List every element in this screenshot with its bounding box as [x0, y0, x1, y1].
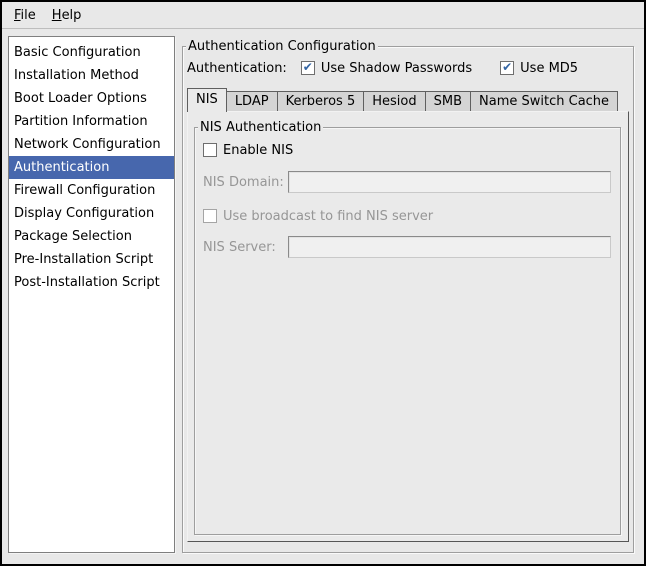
sidebar-item-firewall-configuration[interactable]: Firewall Configuration	[9, 179, 174, 202]
use-md5-label: Use MD5	[520, 61, 578, 76]
authentication-notebook: NIS LDAP Kerberos 5 Hesiod SMB Name Swit…	[187, 88, 629, 542]
use-broadcast-checkbox	[203, 209, 217, 223]
sidebar-item-boot-loader-options[interactable]: Boot Loader Options	[9, 87, 174, 110]
sidebar-item-display-configuration[interactable]: Display Configuration	[9, 202, 174, 225]
enable-nis-option[interactable]: Enable NIS	[203, 141, 610, 159]
authentication-configuration-frame: Authentication Configuration Authenticat…	[182, 46, 634, 553]
sidebar-item-post-installation-script[interactable]: Post-Installation Script	[9, 271, 174, 294]
use-broadcast-label: Use broadcast to find NIS server	[223, 209, 433, 224]
tab-smb[interactable]: SMB	[425, 91, 471, 111]
tab-hesiod[interactable]: Hesiod	[363, 91, 425, 111]
authentication-options-row: Authentication: Use Shadow Passwords Use…	[187, 58, 606, 78]
nis-tab-page: NIS Authentication Enable NIS NIS Domain…	[187, 111, 629, 542]
use-shadow-passwords-checkbox[interactable]	[301, 61, 315, 75]
tab-kerberos-5[interactable]: Kerberos 5	[277, 91, 365, 111]
sidebar-item-partition-information[interactable]: Partition Information	[9, 110, 174, 133]
nis-server-input	[288, 236, 611, 258]
menu-bar: File Help	[2, 2, 644, 29]
nis-domain-label: NIS Domain:	[203, 175, 288, 190]
nis-domain-input	[288, 171, 611, 193]
use-shadow-passwords-option[interactable]: Use Shadow Passwords	[301, 61, 472, 76]
use-md5-option[interactable]: Use MD5	[500, 61, 578, 76]
nis-frame-title: NIS Authentication	[198, 119, 323, 136]
nis-server-row: NIS Server:	[203, 236, 611, 258]
menu-help[interactable]: Help	[44, 5, 90, 26]
tab-bar: NIS LDAP Kerberos 5 Hesiod SMB Name Swit…	[187, 88, 629, 111]
nis-domain-row: NIS Domain:	[203, 171, 611, 193]
sidebar-item-authentication[interactable]: Authentication	[9, 156, 174, 179]
sidebar-item-basic-configuration[interactable]: Basic Configuration	[9, 41, 174, 64]
use-shadow-passwords-label: Use Shadow Passwords	[321, 61, 472, 76]
tab-nis[interactable]: NIS	[187, 88, 227, 112]
frame-title: Authentication Configuration	[186, 38, 378, 55]
application-window: File Help Basic Configuration Installati…	[0, 0, 646, 566]
enable-nis-checkbox[interactable]	[203, 143, 217, 157]
authentication-label: Authentication:	[187, 61, 287, 76]
sidebar-item-installation-method[interactable]: Installation Method	[9, 64, 174, 87]
use-md5-checkbox[interactable]	[500, 61, 514, 75]
enable-nis-label: Enable NIS	[223, 143, 293, 158]
sidebar-item-network-configuration[interactable]: Network Configuration	[9, 133, 174, 156]
nis-server-label: NIS Server:	[203, 240, 288, 255]
tab-ldap[interactable]: LDAP	[226, 91, 278, 111]
sidebar-item-package-selection[interactable]: Package Selection	[9, 225, 174, 248]
section-list: Basic Configuration Installation Method …	[8, 36, 175, 553]
menu-file[interactable]: File	[6, 5, 44, 26]
tab-name-switch-cache[interactable]: Name Switch Cache	[470, 91, 618, 111]
use-broadcast-option: Use broadcast to find NIS server	[203, 207, 610, 225]
nis-authentication-frame: NIS Authentication Enable NIS NIS Domain…	[194, 127, 621, 535]
sidebar-item-pre-installation-script[interactable]: Pre-Installation Script	[9, 248, 174, 271]
